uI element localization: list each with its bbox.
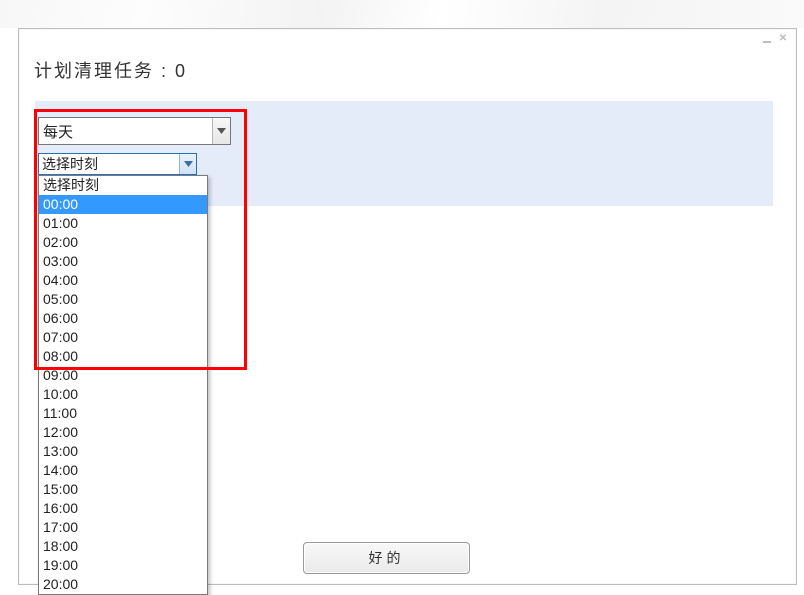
time-option[interactable]: 02:00 <box>39 233 207 252</box>
window-glare <box>0 0 804 28</box>
time-option[interactable]: 01:00 <box>39 214 207 233</box>
time-option[interactable]: 19:00 <box>39 556 207 575</box>
time-dropdown[interactable]: 选择时刻00:0001:0002:0003:0004:0005:0006:000… <box>38 175 208 595</box>
time-option[interactable]: 07:00 <box>39 328 207 347</box>
chevron-down-icon <box>212 118 230 144</box>
time-option[interactable]: 03:00 <box>39 252 207 271</box>
time-select[interactable]: 选择时刻 <box>38 153 197 175</box>
time-option[interactable]: 13:00 <box>39 442 207 461</box>
close-button[interactable] <box>776 33 790 45</box>
dialog-window: 计划清理任务 : 0 每天 选择时刻 选择时刻00:0001:0002:0003… <box>18 28 797 585</box>
frequency-select[interactable]: 每天 <box>38 117 231 145</box>
time-option[interactable]: 选择时刻 <box>39 176 207 195</box>
minimize-button[interactable] <box>760 33 774 45</box>
time-option[interactable]: 18:00 <box>39 537 207 556</box>
time-option[interactable]: 14:00 <box>39 461 207 480</box>
ok-button-label: 好的 <box>369 548 405 568</box>
frequency-select-value: 每天 <box>39 121 212 142</box>
time-option[interactable]: 08:00 <box>39 347 207 366</box>
time-option[interactable]: 16:00 <box>39 499 207 518</box>
time-option[interactable]: 09:00 <box>39 366 207 385</box>
time-option[interactable]: 10:00 <box>39 385 207 404</box>
time-select-value: 选择时刻 <box>39 154 179 174</box>
time-option[interactable]: 00:00 <box>39 195 207 214</box>
ok-button[interactable]: 好的 <box>303 542 470 574</box>
time-option[interactable]: 17:00 <box>39 518 207 537</box>
time-option[interactable]: 04:00 <box>39 271 207 290</box>
time-option[interactable]: 15:00 <box>39 480 207 499</box>
time-option[interactable]: 11:00 <box>39 404 207 423</box>
window-controls <box>760 33 790 45</box>
time-option[interactable]: 05:00 <box>39 290 207 309</box>
time-option[interactable]: 12:00 <box>39 423 207 442</box>
chevron-down-icon <box>179 154 196 174</box>
dialog-title: 计划清理任务 : 0 <box>34 57 187 83</box>
time-option[interactable]: 06:00 <box>39 309 207 328</box>
time-option[interactable]: 20:00 <box>39 575 207 594</box>
